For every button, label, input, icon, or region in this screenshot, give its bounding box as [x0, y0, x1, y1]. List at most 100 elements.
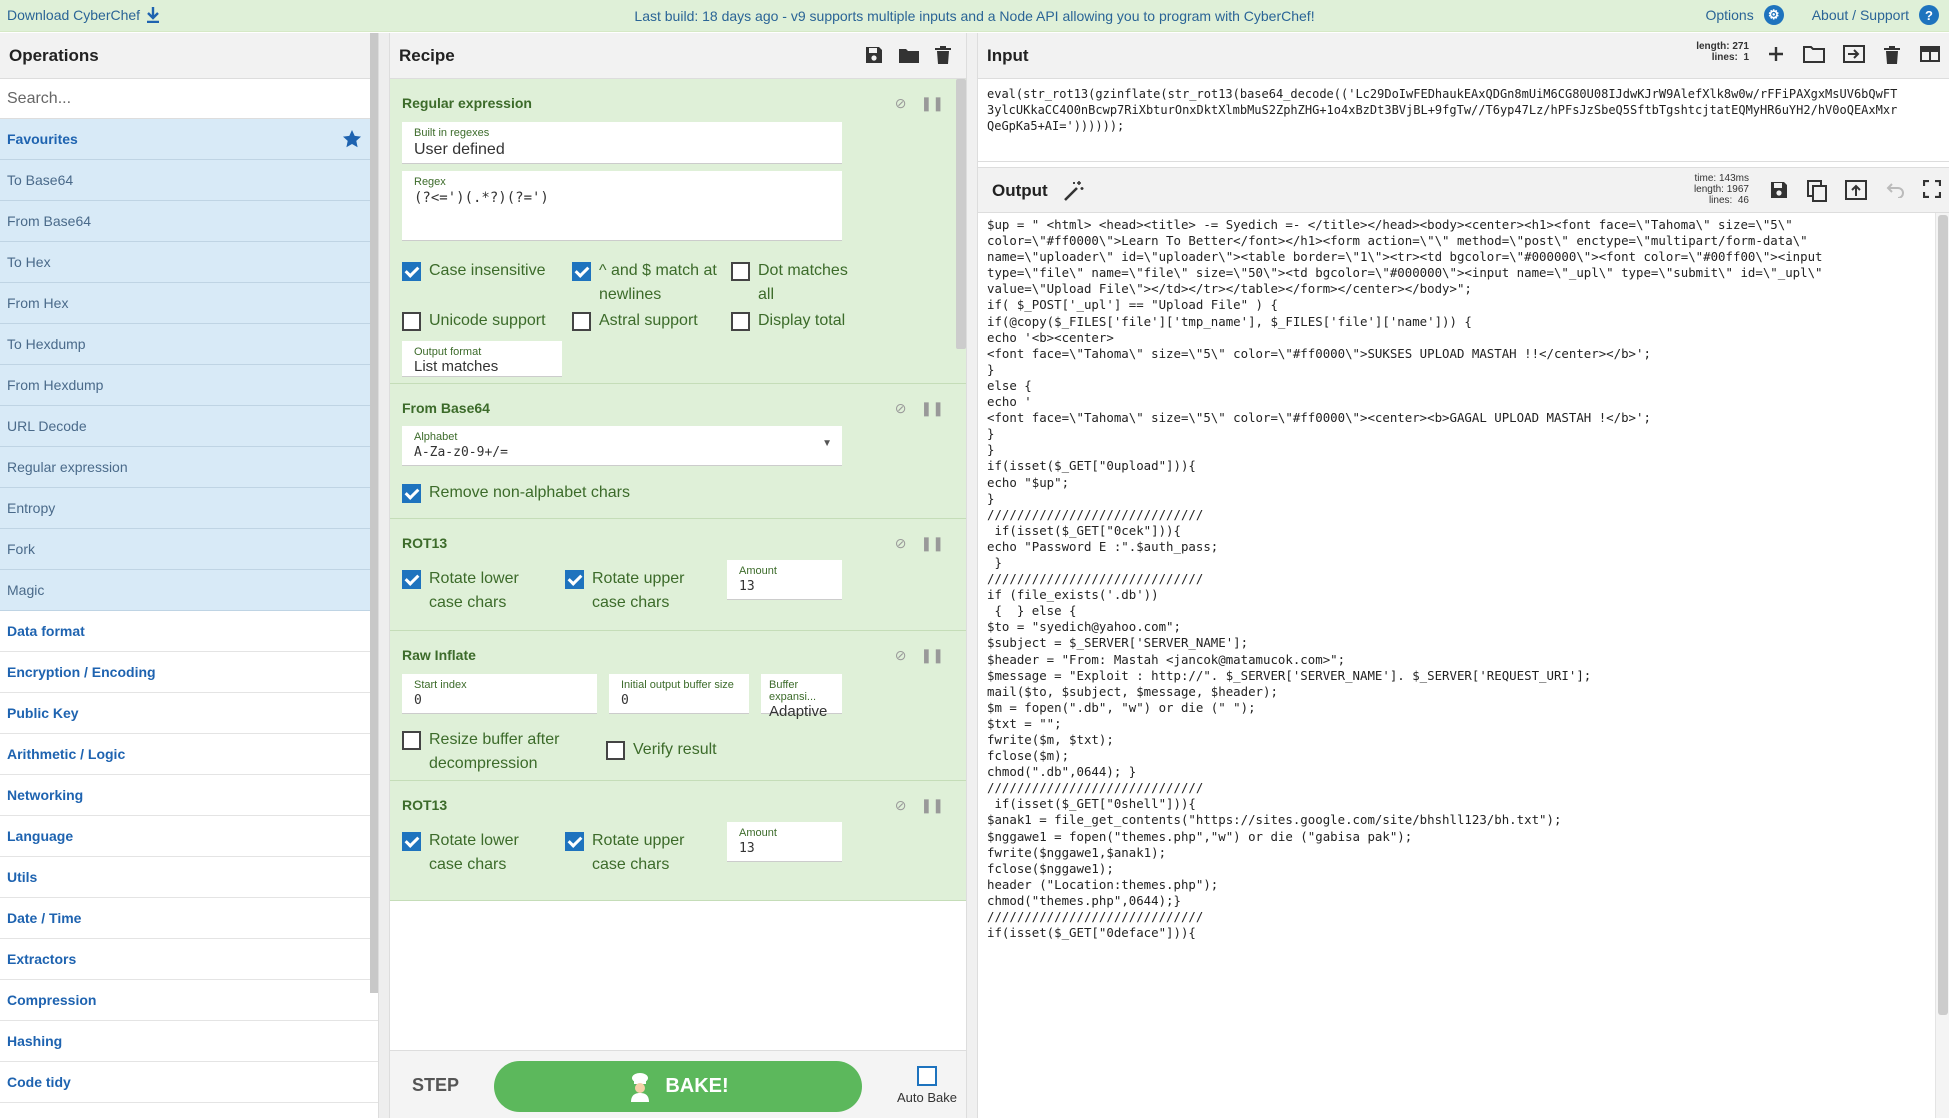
amount-input[interactable]: Amount 13 — [727, 822, 842, 862]
folder-icon[interactable] — [1803, 45, 1825, 63]
regex-input[interactable]: Regex (?<=')(.*?)(?=') — [402, 171, 842, 241]
output-header: Output time: 143ms length: 1967 lines: 4… — [978, 167, 1949, 213]
operation-item[interactable]: Magic — [0, 570, 378, 611]
pause-icon[interactable]: ❚❚ — [921, 647, 944, 664]
disable-icon[interactable]: ⊘ — [895, 95, 907, 112]
operation-item[interactable]: From Hex — [0, 283, 378, 324]
operation-category[interactable]: Compression — [0, 980, 378, 1021]
amount-input[interactable]: Amount 13 — [727, 560, 842, 600]
about-link[interactable]: About / Support — [1812, 7, 1909, 23]
recipe-op-rot13[interactable]: ROT13 ⊘ ❚❚ Rotate lower case chars Rotate… — [390, 519, 966, 631]
top-banner: Download CyberChef Last build: 18 days a… — [0, 0, 1949, 32]
display-total-checkbox[interactable]: Display total — [731, 309, 861, 333]
checkbox-label: Rotate upper case chars — [592, 570, 685, 611]
builtin-regex-select[interactable]: Built in regexes User defined — [402, 122, 842, 164]
input-to-output-icon[interactable] — [1843, 45, 1865, 63]
recipe-op-raw-inflate[interactable]: Raw Inflate ⊘ ❚❚ Start index 0 Initial ou… — [390, 631, 966, 781]
operation-category[interactable]: Public Key — [0, 693, 378, 734]
fullscreen-icon[interactable] — [1923, 180, 1941, 198]
stat-label: time: — [1694, 173, 1717, 184]
operation-category[interactable]: Code tidy — [0, 1062, 378, 1103]
operation-item[interactable]: From Base64 — [0, 201, 378, 242]
bake-button[interactable]: BAKE! — [494, 1061, 862, 1112]
operation-item[interactable]: Fork — [0, 529, 378, 570]
recipe-op-rot13[interactable]: ROT13 ⊘ ❚❚ Rotate lower case chars Rotate… — [390, 781, 966, 901]
recipe-scrollbar[interactable] — [956, 79, 966, 349]
layout-icon[interactable] — [1919, 45, 1941, 63]
field-value: 13 — [739, 579, 755, 594]
pause-icon[interactable]: ❚❚ — [921, 535, 944, 552]
recipe-op-from-base64[interactable]: From Base64 ⊘ ❚❚ Alphabet A-Za-z0-9+/= ▼ … — [390, 384, 966, 519]
operations-search-input[interactable]: Search... — [0, 79, 378, 119]
operation-category[interactable]: Arithmetic / Logic — [0, 734, 378, 775]
pause-icon[interactable]: ❚❚ — [921, 797, 944, 814]
save-icon[interactable] — [1769, 180, 1789, 200]
output-scrollbar[interactable] — [1935, 213, 1949, 1118]
rotate-upper-checkbox[interactable]: Rotate upper case chars — [565, 829, 715, 877]
disable-icon[interactable]: ⊘ — [895, 400, 907, 417]
recipe-op-regex[interactable]: Regular expression ⊘ ❚❚ Built in regexes … — [390, 79, 966, 384]
folder-icon[interactable] — [898, 45, 920, 65]
chevron-down-icon[interactable]: ▼ — [822, 438, 832, 449]
pane-divider[interactable] — [378, 33, 390, 1118]
operation-category[interactable]: Language — [0, 816, 378, 857]
magic-wand-icon[interactable] — [1063, 180, 1085, 202]
initial-buffer-input[interactable]: Initial output buffer size 0 — [609, 674, 749, 714]
operation-category[interactable]: Hashing — [0, 1021, 378, 1062]
verify-result-checkbox[interactable]: Verify result — [606, 738, 756, 762]
operations-scrollbar[interactable] — [370, 33, 378, 993]
output-format-select[interactable]: Output format List matches — [402, 341, 562, 377]
operation-item[interactable]: To Base64 — [0, 160, 378, 201]
copy-icon[interactable] — [1807, 180, 1827, 202]
case-insensitive-checkbox[interactable]: Case insensitive — [402, 259, 562, 283]
trash-icon[interactable] — [934, 45, 952, 65]
auto-bake-checkbox[interactable]: Auto Bake — [892, 1066, 962, 1105]
remove-non-alphabet-checkbox[interactable]: Remove non-alphabet chars — [402, 481, 702, 505]
output-length: 1967 — [1726, 184, 1749, 195]
save-icon[interactable] — [864, 45, 884, 65]
buffer-expansion-select[interactable]: Buffer expansi... Adaptive — [761, 674, 842, 720]
replace-input-icon[interactable] — [1845, 180, 1867, 200]
operation-item[interactable]: Entropy — [0, 488, 378, 529]
input-textarea[interactable]: eval(str_rot13(gzinflate(str_rot13(base6… — [978, 80, 1949, 162]
output-title: Output — [992, 181, 1048, 200]
undo-icon[interactable] — [1885, 180, 1905, 198]
pause-icon[interactable]: ❚❚ — [921, 400, 944, 417]
options-link[interactable]: Options — [1705, 7, 1753, 23]
rotate-upper-checkbox[interactable]: Rotate upper case chars — [565, 567, 715, 615]
disable-icon[interactable]: ⊘ — [895, 797, 907, 814]
operation-category[interactable]: Networking — [0, 775, 378, 816]
operation-category[interactable]: Data format — [0, 611, 378, 652]
favourites-category[interactable]: Favourites — [0, 119, 378, 160]
star-icon[interactable] — [342, 129, 362, 149]
trash-icon[interactable] — [1883, 45, 1901, 65]
alphabet-select[interactable]: Alphabet A-Za-z0-9+/= ▼ — [402, 426, 842, 466]
dot-all-checkbox[interactable]: Dot matches all — [731, 259, 861, 307]
operation-category[interactable]: Utils — [0, 857, 378, 898]
gear-icon[interactable]: ⚙ — [1763, 5, 1784, 25]
rotate-lower-checkbox[interactable]: Rotate lower case chars — [402, 829, 552, 877]
disable-icon[interactable]: ⊘ — [895, 647, 907, 664]
operation-item[interactable]: Regular expression — [0, 447, 378, 488]
output-textarea[interactable]: $up = " <html> <head><title> -= Syedich … — [978, 213, 1928, 1118]
step-button[interactable]: STEP — [412, 1075, 459, 1096]
disable-icon[interactable]: ⊘ — [895, 535, 907, 552]
operation-item[interactable]: From Hexdump — [0, 365, 378, 406]
multiline-checkbox[interactable]: ^ and $ match at newlines — [572, 259, 722, 307]
rotate-lower-checkbox[interactable]: Rotate lower case chars — [402, 567, 552, 615]
plus-icon[interactable] — [1767, 45, 1785, 63]
operation-item[interactable]: To Hex — [0, 242, 378, 283]
resize-buffer-checkbox[interactable]: Resize buffer after decompression — [402, 728, 572, 776]
astral-checkbox[interactable]: Astral support — [572, 309, 722, 333]
pause-icon[interactable]: ❚❚ — [921, 95, 944, 112]
operation-item[interactable]: URL Decode — [0, 406, 378, 447]
scrollbar-thumb[interactable] — [1938, 215, 1948, 1015]
operation-category[interactable]: Date / Time — [0, 898, 378, 939]
start-index-input[interactable]: Start index 0 — [402, 674, 597, 714]
help-icon[interactable]: ? — [1919, 5, 1939, 25]
unicode-checkbox[interactable]: Unicode support — [402, 309, 562, 333]
operation-item[interactable]: To Hexdump — [0, 324, 378, 365]
operation-category[interactable]: Encryption / Encoding — [0, 652, 378, 693]
pane-divider[interactable] — [966, 33, 978, 1118]
operation-category[interactable]: Extractors — [0, 939, 378, 980]
